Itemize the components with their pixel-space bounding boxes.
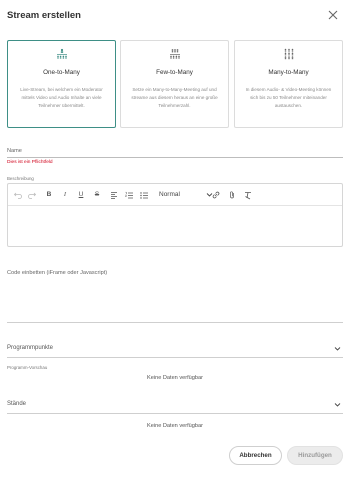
bullet-list-icon[interactable] [139, 190, 149, 200]
card-title: Few-to-Many [156, 69, 193, 76]
card-description: Live-Stream, bei welchem ein Moderator m… [20, 87, 103, 108]
format-select-value: Normal [159, 191, 180, 198]
ordered-list-icon[interactable] [124, 190, 134, 200]
card-title: One-to-Many [43, 69, 80, 76]
close-icon [328, 10, 338, 20]
program-points-underline [7, 357, 343, 358]
strikethrough-icon[interactable]: S [92, 190, 102, 200]
cancel-button[interactable]: Abbrechen [229, 446, 282, 465]
align-left-icon[interactable] [109, 190, 119, 200]
card-many-to-many[interactable]: Many-to-Many In diesem Audio- & Video-Me… [234, 40, 343, 128]
chevron-down-icon [334, 403, 341, 407]
card-description: In diesem Audio- & Video-Meeting können … [245, 87, 332, 108]
booths-empty: Keine Daten verfügbar [147, 423, 203, 429]
program-points-select[interactable]: Programmpunkte [7, 343, 343, 357]
few-to-many-icon [121, 48, 228, 60]
program-preview-label: Programm-Vorschau [7, 365, 48, 370]
close-button[interactable] [326, 8, 340, 22]
italic-icon[interactable]: I [60, 190, 70, 200]
undo-icon[interactable] [13, 190, 23, 200]
name-input[interactable] [7, 144, 343, 158]
redo-icon[interactable] [27, 190, 37, 200]
editor-toolbar: B I U S Normal [8, 184, 342, 206]
format-select[interactable]: Normal [159, 189, 215, 201]
name-underline [7, 157, 343, 158]
chevron-down-icon [334, 347, 341, 351]
embed-code-underline [7, 322, 343, 323]
card-title: Many-to-Many [268, 69, 309, 76]
booths-select[interactable]: Stände [7, 399, 343, 413]
card-few-to-many[interactable]: Few-to-Many Setze ein Many-to-Many-Meeti… [120, 40, 229, 128]
booths-underline [7, 413, 343, 414]
program-points-label: Programmpunkte [7, 345, 54, 351]
bold-icon[interactable]: B [44, 190, 54, 200]
link-icon[interactable] [211, 190, 221, 200]
attachment-icon[interactable] [227, 190, 237, 200]
dialog-header: Stream erstellen [0, 0, 350, 32]
underline-icon[interactable]: U [76, 190, 86, 200]
add-button[interactable]: Hinzufügen [287, 446, 343, 465]
stream-type-selector: One-to-Many Live-Stream, bei welchem ein… [7, 40, 343, 128]
name-error: Dies ist ein Pflichtfeld [7, 160, 53, 165]
card-one-to-many[interactable]: One-to-Many Live-Stream, bei welchem ein… [7, 40, 116, 128]
one-to-many-icon [8, 48, 115, 60]
description-editor-body[interactable] [8, 206, 342, 246]
description-label: Beschreibung [7, 176, 34, 181]
clear-format-icon[interactable] [243, 190, 253, 200]
many-to-many-icon [235, 48, 342, 60]
dialog-title: Stream erstellen [7, 10, 81, 21]
description-editor: B I U S Normal [7, 183, 343, 247]
booths-label: Stände [7, 401, 27, 407]
card-description: Setze ein Many-to-Many-Meeting auf und s… [131, 87, 218, 108]
embed-code-input[interactable] [7, 266, 343, 322]
program-preview-empty: Keine Daten verfügbar [147, 375, 203, 381]
